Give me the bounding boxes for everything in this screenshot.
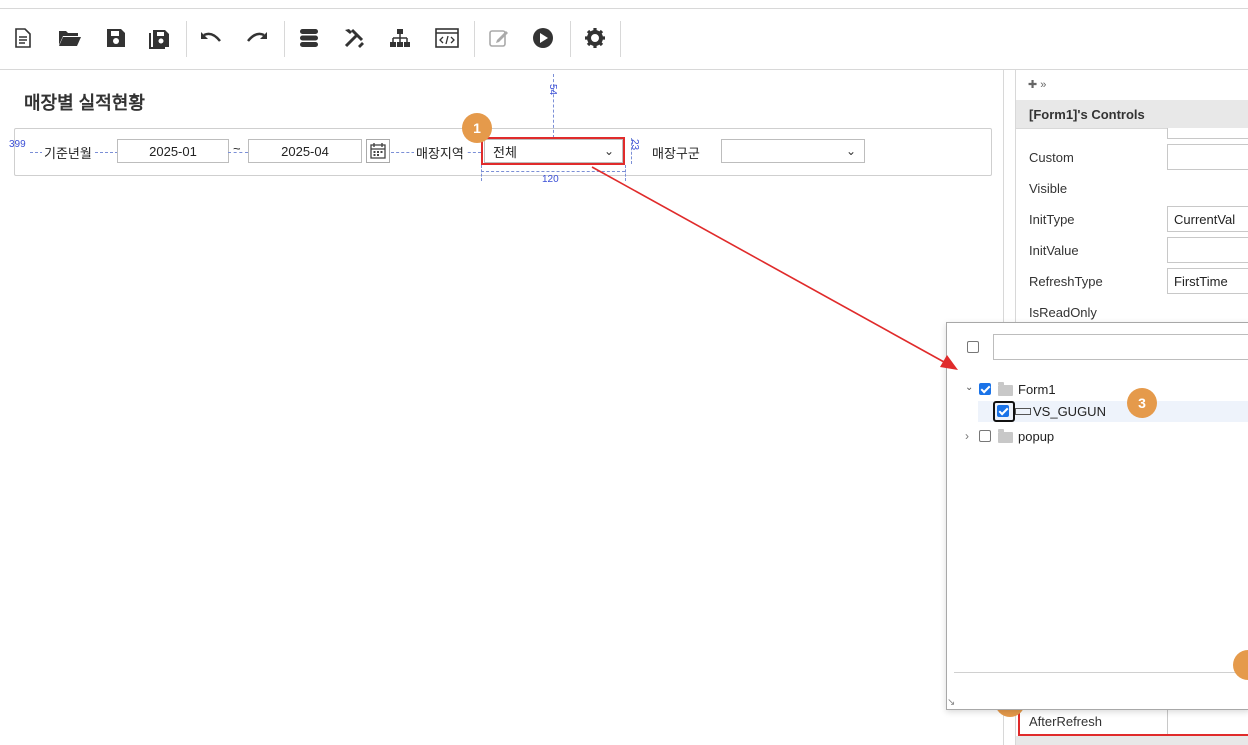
- annotation-arrow: [591, 166, 958, 370]
